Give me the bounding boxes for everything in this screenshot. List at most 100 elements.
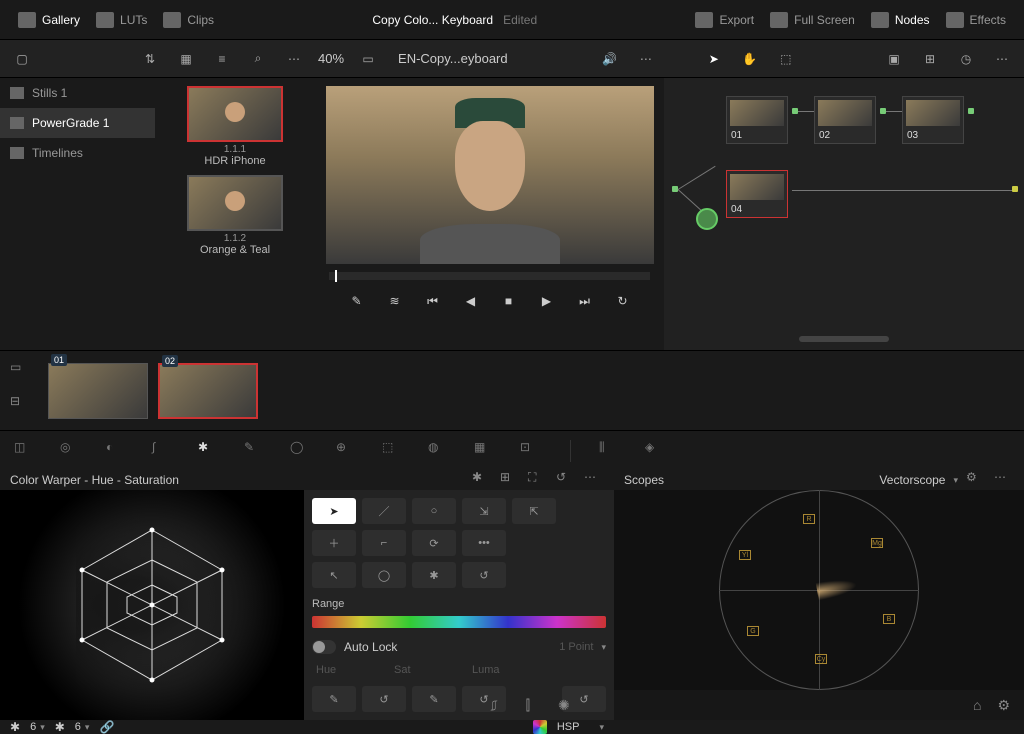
home-icon[interactable]: ⌂ xyxy=(973,697,981,713)
node-03[interactable]: 03 xyxy=(902,96,964,144)
viewer-image[interactable] xyxy=(326,86,654,264)
select-tool[interactable]: ➤ xyxy=(312,498,356,524)
autolock-toggle[interactable] xyxy=(312,640,336,654)
node-02[interactable]: 02 xyxy=(814,96,876,144)
page-wheels-icon[interactable]: ✺ xyxy=(558,697,570,714)
add-node-handle[interactable] xyxy=(696,208,718,230)
grid-h-icon[interactable]: ✱ xyxy=(10,720,20,734)
window-icon[interactable]: ◯ xyxy=(290,440,312,462)
draw-tool[interactable]: ／ xyxy=(362,498,406,524)
clip-thumb-01[interactable]: 01 xyxy=(48,363,148,419)
scopes-icon[interactable]: ⫼ xyxy=(599,440,621,462)
scope-more-icon[interactable]: ⋯ xyxy=(994,470,1014,490)
node-link-tool[interactable]: ⬚ xyxy=(774,47,798,71)
skip-end-icon[interactable]: ⏭ xyxy=(574,290,596,312)
sort-icon[interactable]: ⇅ xyxy=(138,47,162,71)
scope-settings-icon[interactable]: ⚙ xyxy=(966,470,986,490)
more-icon[interactable]: ⋯ xyxy=(584,470,604,490)
expand-icon[interactable]: ⛶ xyxy=(528,470,548,490)
hue-param[interactable]: Hue xyxy=(316,664,376,676)
highlight-icon[interactable]: ◷ xyxy=(954,47,978,71)
page-primaries-icon[interactable]: ⎎ xyxy=(490,697,497,714)
color-warper-graph[interactable] xyxy=(0,490,304,720)
fullscreen-button[interactable]: Full Screen xyxy=(762,8,863,32)
colorspace-icon[interactable] xyxy=(533,720,547,734)
still-item[interactable]: 1.1.2 Orange & Teal xyxy=(163,175,307,256)
node-graph[interactable]: 01 02 03 04 xyxy=(664,78,1024,350)
zoom-level[interactable]: 40% xyxy=(318,51,344,66)
more-icon[interactable]: ⋯ xyxy=(282,47,306,71)
luma-param[interactable]: Luma xyxy=(472,664,532,676)
lasso-tool[interactable]: ◯ xyxy=(362,562,406,588)
gallery-tab[interactable]: Gallery xyxy=(10,8,88,32)
key-icon[interactable]: ▦ xyxy=(474,440,496,462)
clip-mode-icon[interactable]: ▭ xyxy=(10,360,38,388)
node-scroll[interactable] xyxy=(799,336,889,342)
grid-h-value[interactable]: 6▾ xyxy=(30,721,45,733)
export-button[interactable]: Export xyxy=(687,8,762,32)
list-view-icon[interactable]: ≡ xyxy=(210,47,234,71)
more-viewer-icon[interactable]: ⋯ xyxy=(634,47,658,71)
all-tool[interactable]: ✱ xyxy=(412,562,456,588)
point-mode[interactable]: 1 Point xyxy=(559,641,593,653)
warper-mode-icon[interactable]: ✱ xyxy=(472,470,492,490)
pin-tool[interactable]: ○ xyxy=(412,498,456,524)
pull-out-tool[interactable]: ⇱ xyxy=(512,498,556,524)
loop-icon[interactable]: ↻ xyxy=(612,290,634,312)
node-04[interactable]: 04 xyxy=(726,170,788,218)
step-back-icon[interactable]: ◀ xyxy=(460,290,482,312)
increase-tool[interactable]: ••• xyxy=(462,530,506,556)
layers-icon[interactable]: ≋ xyxy=(384,290,406,312)
audio-icon[interactable]: 🔊 xyxy=(598,47,622,71)
tracking-icon[interactable]: ⊕ xyxy=(336,440,358,462)
curves-icon[interactable]: ∫ xyxy=(152,440,174,462)
still-item[interactable]: 1.1.1 HDR iPhone xyxy=(163,86,307,167)
image-wipe-icon[interactable]: ▣ xyxy=(882,47,906,71)
colorspace-select[interactable]: HSP▾ xyxy=(557,721,604,733)
more-node-icon[interactable]: ⋯ xyxy=(990,47,1014,71)
luts-tab[interactable]: LUTs xyxy=(88,8,155,32)
color-warper-icon[interactable]: ✱ xyxy=(198,440,220,462)
add-point-tool[interactable]: ＋ xyxy=(312,530,356,556)
settings-icon[interactable]: ⚙ xyxy=(997,697,1010,714)
aspect-icon[interactable]: ▭ xyxy=(356,47,380,71)
layout-toggle[interactable]: ▢ xyxy=(10,47,34,71)
clip-thumb-02[interactable]: 02 xyxy=(158,363,258,419)
skip-start-icon[interactable]: ⏮ xyxy=(422,290,444,312)
pull-in-tool[interactable]: ⇲ xyxy=(462,498,506,524)
magic-mask-icon[interactable]: ⬚ xyxy=(382,440,404,462)
grid-icon[interactable]: ⊞ xyxy=(500,470,520,490)
effects-tab[interactable]: Effects xyxy=(938,8,1014,32)
pointer-tool[interactable]: ➤ xyxy=(702,47,726,71)
hue-range-bar[interactable] xyxy=(312,616,606,628)
link-icon[interactable]: 🔗 xyxy=(99,720,114,734)
node-01[interactable]: 01 xyxy=(726,96,788,144)
grid-s-icon[interactable]: ✱ xyxy=(55,720,65,734)
hdr-icon[interactable]: ◐ xyxy=(106,440,128,462)
reset-tool[interactable]: ↺ xyxy=(462,562,506,588)
split-view-icon[interactable]: ⊞ xyxy=(918,47,942,71)
clip-name[interactable]: EN-Copy...eyboard xyxy=(392,51,514,66)
grid-s-value[interactable]: 6▾ xyxy=(75,721,90,733)
blur-icon[interactable]: ◍ xyxy=(428,440,450,462)
grid-view-icon[interactable]: ▦ xyxy=(174,47,198,71)
qualifier-icon[interactable]: ✎ xyxy=(244,440,266,462)
page-color-icon[interactable]: ⫿ xyxy=(526,697,530,714)
scope-mode[interactable]: Vectorscope xyxy=(879,473,945,487)
stop-icon[interactable]: ■ xyxy=(498,290,520,312)
color-wheels-icon[interactable]: ◎ xyxy=(60,440,82,462)
smooth-tool[interactable]: ⌐ xyxy=(362,530,406,556)
viewer-scrubber[interactable] xyxy=(329,272,650,280)
info-icon[interactable]: ◈ xyxy=(645,440,667,462)
clips-tab[interactable]: Clips xyxy=(155,8,222,32)
rotate-tool[interactable]: ⟳ xyxy=(412,530,456,556)
reset-icon[interactable]: ↺ xyxy=(556,470,576,490)
hand-tool[interactable]: ✋ xyxy=(738,47,762,71)
sizing-icon[interactable]: ⊡ xyxy=(520,440,542,462)
sidebar-item-timelines[interactable]: Timelines xyxy=(0,138,155,168)
sidebar-item-stills[interactable]: Stills 1 xyxy=(0,78,155,108)
sat-param[interactable]: Sat xyxy=(394,664,454,676)
play-icon[interactable]: ▶ xyxy=(536,290,558,312)
sidebar-item-powergrade[interactable]: PowerGrade 1 xyxy=(0,108,155,138)
camera-raw-icon[interactable]: ◫ xyxy=(14,440,36,462)
